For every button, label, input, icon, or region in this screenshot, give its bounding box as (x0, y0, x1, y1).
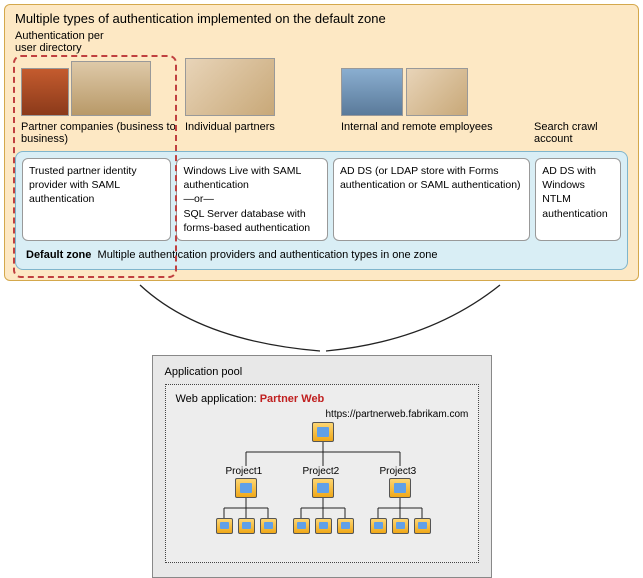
internal-label: Internal and remote employees (341, 121, 521, 147)
project-label-1: Project1 (226, 466, 263, 477)
web-app-title: Web application: Partner Web (176, 393, 468, 405)
partner-label: Partner companies (business to business) (21, 121, 179, 147)
zone-name: Default zone (26, 249, 91, 261)
site-tree: Project1 Project2 Project3 (176, 422, 468, 552)
project-label-2: Project2 (303, 466, 340, 477)
hardhat-people-icon (341, 68, 403, 116)
auth-zone-container: Multiple types of authentication impleme… (4, 4, 639, 281)
project-label-3: Project3 (380, 466, 417, 477)
user-group-partner: Partner companies (business to business) (21, 61, 179, 147)
project3-icon (389, 478, 411, 498)
auth-card-individual: Windows Live with SAML authentication —o… (176, 158, 327, 241)
zone-label: Default zone Multiple authentication pro… (22, 247, 621, 263)
subsite-icon (238, 518, 255, 534)
individual-people-icon (185, 58, 275, 116)
subsite-icon (216, 518, 233, 534)
user-group-individual: Individual partners (185, 58, 335, 147)
user-groups-row: Partner companies (business to business)… (15, 58, 628, 147)
subsite-icon (392, 518, 409, 534)
connector-lines (0, 285, 643, 355)
app-pool-title: Application pool (165, 366, 479, 378)
search-label: Search crawl account (534, 121, 628, 147)
zone-desc: Multiple authentication providers and au… (98, 249, 438, 261)
project1-icon (235, 478, 257, 498)
subsite-icon (337, 518, 354, 534)
sub-title: Authentication per user directory (15, 30, 628, 54)
site-root-icon (312, 422, 334, 442)
laptop-people-icon (406, 68, 468, 116)
building-icon (21, 68, 69, 116)
subsite-icon (315, 518, 332, 534)
auth-card-internal: AD DS (or LDAP store with Forms authenti… (333, 158, 530, 241)
auth-card-search: AD DS with Windows NTLM authentication (535, 158, 621, 241)
user-group-search: Search crawl account (534, 68, 628, 147)
web-app-name: Partner Web (260, 393, 325, 405)
main-title: Multiple types of authentication impleme… (15, 11, 628, 26)
individual-label: Individual partners (185, 121, 335, 147)
default-zone-box: Trusted partner identity provider with S… (15, 151, 628, 270)
partner-building-image (21, 61, 179, 116)
subsite-icon (414, 518, 431, 534)
web-app-label: Web application: (176, 393, 257, 405)
web-app-url: https://partnerweb.fabrikam.com (326, 409, 468, 420)
application-pool-box: Application pool Web application: Partne… (152, 355, 492, 578)
auth-cards-row: Trusted partner identity provider with S… (22, 158, 621, 241)
subsite-icon (260, 518, 277, 534)
auth-card-partner: Trusted partner identity provider with S… (22, 158, 171, 241)
web-application-box: Web application: Partner Web https://par… (165, 384, 479, 563)
project2-icon (312, 478, 334, 498)
subsite-icon (293, 518, 310, 534)
subsite-icon (370, 518, 387, 534)
user-group-internal: Internal and remote employees (341, 68, 521, 147)
people-group-icon (71, 61, 151, 116)
